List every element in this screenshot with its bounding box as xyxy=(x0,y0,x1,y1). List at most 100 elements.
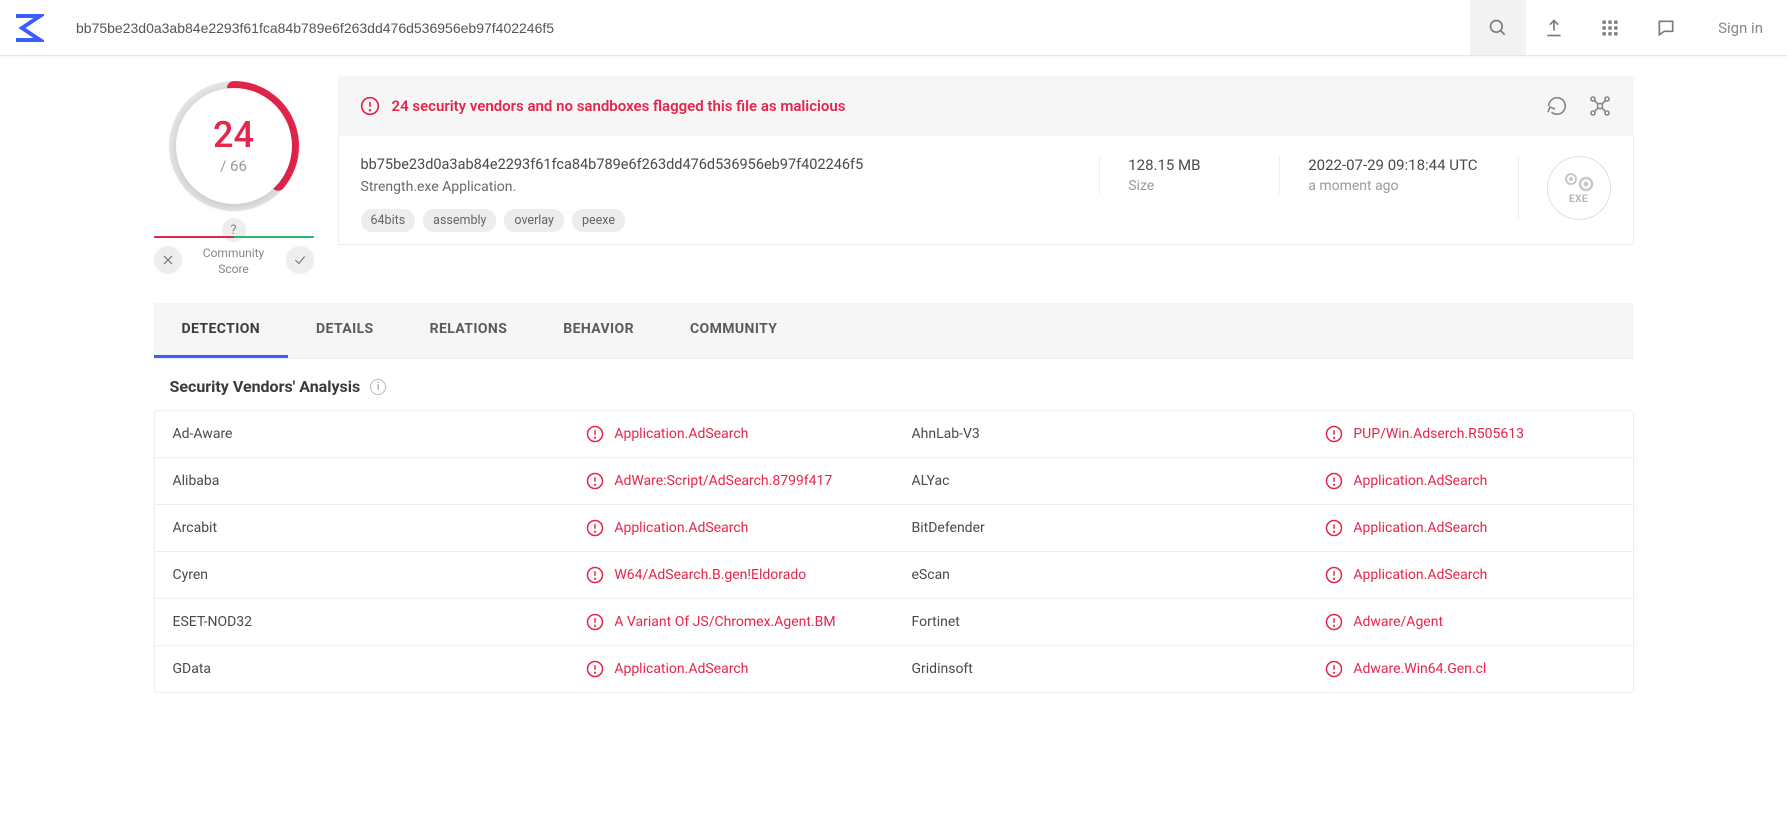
detection-icon xyxy=(1325,566,1343,584)
community-bar xyxy=(154,236,314,238)
file-size-value: 128.15 MB xyxy=(1128,156,1239,174)
vendor-result: A Variant Of JS/Chromex.Agent.BM xyxy=(568,599,893,645)
section-heading: Security Vendors' Analysis i xyxy=(154,359,1634,410)
detection-icon xyxy=(586,425,604,443)
vendor-result: Application.AdSearch xyxy=(1307,458,1632,504)
info-icon[interactable]: i xyxy=(370,379,386,395)
top-actions: Sign in xyxy=(1470,0,1787,55)
vendor-name: BitDefender xyxy=(894,505,1308,551)
vendor-result: Application.AdSearch xyxy=(568,411,893,457)
tabs: DETECTIONDETAILSRELATIONSBEHAVIORCOMMUNI… xyxy=(154,303,1634,359)
topbar: Sign in xyxy=(0,0,1787,56)
vendor-name: GData xyxy=(155,646,569,692)
score-detected: 24 xyxy=(213,117,254,153)
vote-down-button[interactable] xyxy=(154,246,182,274)
vendor-name: ALYac xyxy=(894,458,1308,504)
vendor-name: Alibaba xyxy=(155,458,569,504)
file-time-label: a moment ago xyxy=(1308,178,1477,194)
detection-icon xyxy=(586,566,604,584)
file-tag[interactable]: peexe xyxy=(572,209,625,232)
file-type-block: EXE xyxy=(1518,156,1611,220)
file-size-label: Size xyxy=(1128,178,1239,194)
community-help-icon[interactable]: ? xyxy=(222,218,246,242)
apps-button[interactable] xyxy=(1582,0,1638,55)
vendor-row: Ad-AwareApplication.AdSearchAhnLab-V3PUP… xyxy=(155,411,1633,457)
grid-icon xyxy=(1600,18,1620,38)
detection-icon xyxy=(586,519,604,537)
check-icon xyxy=(293,253,307,267)
vendor-result: W64/AdSearch.B.gen!Eldorado xyxy=(568,552,893,598)
detection-icon xyxy=(586,613,604,631)
tab-behavior[interactable]: BEHAVIOR xyxy=(535,303,662,358)
search-icon xyxy=(1488,18,1508,38)
vendor-row: GDataApplication.AdSearchGridinsoftAdwar… xyxy=(155,645,1633,692)
community-score-label: Community Score xyxy=(182,246,286,277)
file-type-label: EXE xyxy=(1569,194,1588,205)
vote-up-button[interactable] xyxy=(286,246,314,274)
file-info: bb75be23d0a3ab84e2293f61fca84b789e6f263d… xyxy=(338,136,1634,245)
vendor-result: AdWare:Script/AdSearch.8799f417 xyxy=(568,458,893,504)
file-tag[interactable]: assembly xyxy=(423,209,496,232)
alert-text: 24 security vendors and no sandboxes fla… xyxy=(392,97,1546,115)
file-time-value: 2022-07-29 09:18:44 UTC xyxy=(1308,156,1477,174)
vendor-name: ESET-NOD32 xyxy=(155,599,569,645)
comment-button[interactable] xyxy=(1638,0,1694,55)
detection-icon xyxy=(1325,613,1343,631)
file-name: Strength.exe Application. xyxy=(361,179,1060,195)
search-input[interactable] xyxy=(76,20,1450,36)
search-field-wrap xyxy=(56,0,1470,55)
score-sidebar: 24 / 66 ? Community Score xyxy=(154,76,314,277)
graph-button[interactable] xyxy=(1588,94,1612,118)
signin-link[interactable]: Sign in xyxy=(1694,0,1787,55)
file-size-block: 128.15 MB Size xyxy=(1099,156,1239,194)
graph-icon xyxy=(1588,94,1612,118)
vendor-row: CyrenW64/AdSearch.B.gen!EldoradoeScanApp… xyxy=(155,551,1633,598)
community-score: ? Community Score xyxy=(154,236,314,277)
file-time-block: 2022-07-29 09:18:44 UTC a moment ago xyxy=(1279,156,1477,194)
vendor-row: ESET-NOD32A Variant Of JS/Chromex.Agent.… xyxy=(155,598,1633,645)
vendor-row: AlibabaAdWare:Script/AdSearch.8799f417AL… xyxy=(155,457,1633,504)
vendor-name: Gridinsoft xyxy=(894,646,1308,692)
tab-detection[interactable]: DETECTION xyxy=(154,303,289,358)
logo[interactable] xyxy=(0,0,56,55)
score-total: / 66 xyxy=(220,157,247,175)
detection-icon xyxy=(1325,472,1343,490)
alert-icon xyxy=(360,96,380,116)
vendor-name: AhnLab-V3 xyxy=(894,411,1308,457)
exe-icon xyxy=(1564,172,1594,192)
file-tags: 64bits assembly overlay peexe xyxy=(361,209,1060,232)
file-tag[interactable]: overlay xyxy=(504,209,564,232)
vendor-result: Adware/Agent xyxy=(1307,599,1632,645)
section-title: Security Vendors' Analysis xyxy=(170,377,361,396)
vendor-result: Application.AdSearch xyxy=(1307,505,1632,551)
vendor-result: Adware.Win64.Gen.cl xyxy=(1307,646,1632,692)
vendor-name: eScan xyxy=(894,552,1308,598)
vendor-row: ArcabitApplication.AdSearchBitDefenderAp… xyxy=(155,504,1633,551)
vendor-result: Application.AdSearch xyxy=(1307,552,1632,598)
detection-icon xyxy=(1325,425,1343,443)
refresh-icon xyxy=(1546,95,1568,117)
file-tag[interactable]: 64bits xyxy=(361,209,416,232)
vendor-name: Arcabit xyxy=(155,505,569,551)
tab-community[interactable]: COMMUNITY xyxy=(662,303,805,358)
detection-icon xyxy=(1325,519,1343,537)
search-button[interactable] xyxy=(1470,0,1526,55)
malicious-alert: 24 security vendors and no sandboxes fla… xyxy=(338,76,1634,136)
score-gauge: 24 / 66 xyxy=(164,76,304,216)
tab-details[interactable]: DETAILS xyxy=(288,303,402,358)
file-hash: bb75be23d0a3ab84e2293f61fca84b789e6f263d… xyxy=(361,156,1060,173)
vendor-name: Fortinet xyxy=(894,599,1308,645)
logo-icon xyxy=(12,12,44,44)
detection-icon xyxy=(586,472,604,490)
vendor-result: PUP/Win.Adserch.R505613 xyxy=(1307,411,1632,457)
upload-icon xyxy=(1544,18,1564,38)
reanalyze-button[interactable] xyxy=(1546,94,1568,118)
upload-button[interactable] xyxy=(1526,0,1582,55)
detection-icon xyxy=(1325,660,1343,678)
vendor-name: Ad-Aware xyxy=(155,411,569,457)
close-icon xyxy=(161,253,175,267)
tab-relations[interactable]: RELATIONS xyxy=(402,303,536,358)
vendor-result: Application.AdSearch xyxy=(568,505,893,551)
detection-icon xyxy=(586,660,604,678)
comment-icon xyxy=(1656,18,1676,38)
